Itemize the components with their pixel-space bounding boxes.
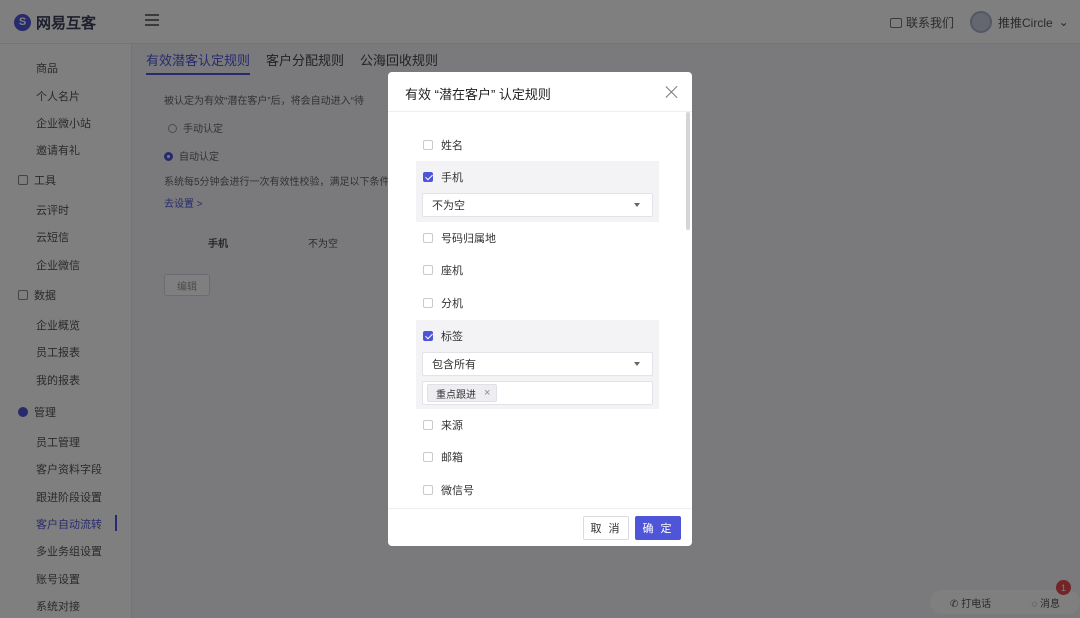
modal-footer: 取 消 确 定 (388, 508, 692, 546)
field-landline-option[interactable]: 座机 (416, 254, 676, 286)
field-wechat-option[interactable]: 微信号 (416, 474, 676, 506)
tag-selector[interactable]: 重点跟进 × (422, 381, 653, 405)
checkbox[interactable] (423, 233, 433, 243)
field-tag-option[interactable]: 标签 (416, 320, 659, 352)
field-label: 来源 (441, 420, 463, 432)
close-icon[interactable] (664, 84, 680, 100)
caret-down-icon (634, 362, 640, 366)
field-name-option[interactable]: 姓名 (416, 129, 676, 161)
modal-header: 有效 “潜在客户” 认定规则 (388, 72, 692, 112)
field-label: 邮箱 (441, 452, 463, 464)
field-label: 号码归属地 (441, 233, 496, 245)
rules-modal: 有效 “潜在客户” 认定规则 姓名 手机 不为空 号码归属地 座机 分机 标签 … (388, 72, 692, 546)
confirm-button[interactable]: 确 定 (635, 516, 681, 540)
checkbox[interactable] (423, 265, 433, 275)
checkbox[interactable] (423, 298, 433, 308)
phone-condition-select[interactable]: 不为空 (422, 193, 653, 217)
field-email-option[interactable]: 邮箱 (416, 441, 676, 473)
tag-label: 重点跟进 (436, 389, 476, 401)
checkbox[interactable] (423, 420, 433, 430)
select-value: 包含所有 (432, 359, 476, 371)
field-label: 姓名 (441, 140, 463, 152)
field-label: 标签 (441, 331, 463, 343)
checkbox[interactable] (423, 452, 433, 462)
checkbox[interactable] (423, 485, 433, 495)
field-source-option[interactable]: 来源 (416, 409, 676, 441)
modal-body: 姓名 手机 不为空 号码归属地 座机 分机 标签 包含所有 重点跟进 × 来源 … (388, 112, 692, 508)
field-label: 微信号 (441, 485, 474, 497)
select-value: 不为空 (432, 200, 465, 212)
field-phone-option[interactable]: 手机 (416, 161, 659, 193)
caret-down-icon (634, 203, 640, 207)
close-icon[interactable]: × (484, 387, 490, 399)
checkbox-checked[interactable] (423, 172, 433, 182)
field-tag-block: 标签 包含所有 重点跟进 × (416, 320, 659, 409)
field-phone-block: 手机 不为空 (416, 161, 659, 222)
modal-title: 有效 “潜在客户” 认定规则 (405, 87, 551, 102)
cancel-button[interactable]: 取 消 (583, 516, 629, 540)
tag-condition-select[interactable]: 包含所有 (422, 352, 653, 376)
selected-tag: 重点跟进 × (427, 384, 498, 402)
scrollbar[interactable] (686, 112, 690, 230)
field-label: 手机 (441, 172, 463, 184)
field-label: 座机 (441, 265, 463, 277)
checkbox[interactable] (423, 140, 433, 150)
field-extension-option[interactable]: 分机 (416, 287, 676, 319)
field-region-option[interactable]: 号码归属地 (416, 222, 676, 254)
field-label: 分机 (441, 298, 463, 310)
checkbox-checked[interactable] (423, 331, 433, 341)
